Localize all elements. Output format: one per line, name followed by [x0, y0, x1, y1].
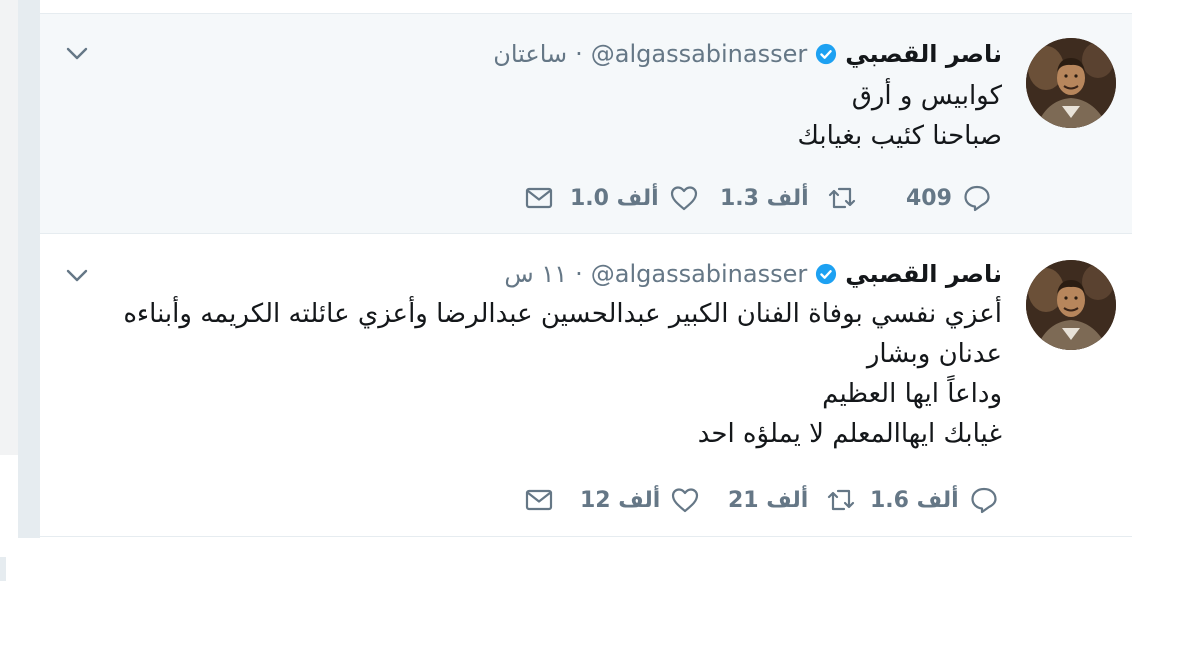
- tweet-text-line: وداعاً ايها العظيم: [822, 379, 1002, 409]
- tweet-text-line: صباحنا كئيب بغيابك: [797, 121, 1002, 151]
- left-panel-edge: [0, 0, 18, 455]
- tweet-actions: 1.6 ألف 21 ألف 12 ألف: [40, 480, 1132, 520]
- user-handle[interactable]: @algassabinasser: [591, 260, 808, 288]
- retweet-count: 21 ألف: [728, 487, 809, 513]
- retweet-icon: [828, 187, 855, 209]
- reply-icon: [971, 487, 997, 514]
- separator-dot: ·: [575, 260, 583, 288]
- user-handle[interactable]: @algassabinasser: [591, 40, 808, 68]
- chevron-down-icon[interactable]: [64, 40, 90, 66]
- like-count: 12 ألف: [580, 487, 661, 513]
- timestamp-link[interactable]: ساعتان: [493, 40, 567, 68]
- left-panel-stub: [0, 557, 6, 581]
- direct-message-button[interactable]: [524, 480, 554, 520]
- retweet-button[interactable]: 21 ألف: [728, 480, 856, 520]
- reply-button[interactable]: 409: [906, 178, 992, 218]
- reply-button[interactable]: 1.6 ألف: [870, 480, 999, 520]
- like-button[interactable]: 1.0 ألف: [570, 178, 699, 218]
- avatar[interactable]: [1026, 260, 1116, 350]
- envelope-icon: [525, 489, 553, 511]
- tweet-text-line: أعزي نفسي بوفاة الفنان الكبير عبدالحسين …: [123, 299, 1002, 329]
- like-button[interactable]: 12 ألف: [580, 480, 700, 520]
- avatar[interactable]: [1026, 38, 1116, 128]
- heart-icon: [672, 488, 699, 513]
- retweet-count: 1.3 ألف: [720, 185, 809, 211]
- reply-count: 1.6 ألف: [870, 487, 959, 513]
- tweet[interactable]: ناصر القصبي @algassabinasser · ١١ س أعزي…: [40, 234, 1132, 537]
- direct-message-button[interactable]: [524, 178, 554, 218]
- tweet-actions: 409 1.3 ألف 1.0 ألف: [40, 178, 1132, 218]
- envelope-icon: [525, 187, 553, 209]
- verified-badge-icon: [815, 263, 837, 285]
- tweet-text-line: كوابيس و أرق: [851, 81, 1002, 111]
- tweet-header: ناصر القصبي @algassabinasser · ١١ س: [504, 256, 1002, 292]
- tweet-header: ناصر القصبي @algassabinasser · ساعتان: [493, 36, 1002, 72]
- retweet-button[interactable]: 1.3 ألف: [720, 178, 857, 218]
- display-name[interactable]: ناصر القصبي: [845, 260, 1002, 288]
- tweet-text-line: غيابك ايهاالمعلم لا يملؤه احد: [697, 419, 1002, 449]
- tweet-text: كوابيس و أرق صباحنا كئيب بغيابك: [122, 76, 1002, 156]
- reply-icon: [964, 185, 990, 212]
- timestamp-link[interactable]: ١١ س: [504, 260, 567, 288]
- display-name[interactable]: ناصر القصبي: [845, 40, 1002, 68]
- verified-badge-icon: [815, 43, 837, 65]
- timeline-gutter: [18, 0, 40, 538]
- tweet[interactable]: ناصر القصبي @algassabinasser · ساعتان كو…: [40, 14, 1132, 234]
- reply-count: 409: [906, 185, 952, 211]
- tweet-text: أعزي نفسي بوفاة الفنان الكبير عبدالحسين …: [42, 294, 1002, 454]
- timeline: ناصر القصبي @algassabinasser · ساعتان كو…: [40, 0, 1132, 538]
- chevron-down-icon[interactable]: [64, 262, 90, 288]
- retweet-icon: [828, 489, 855, 511]
- like-count: 1.0 ألف: [570, 185, 659, 211]
- heart-icon: [670, 186, 697, 211]
- tweet-text-line: عدنان وبشار: [866, 339, 1002, 369]
- separator-dot: ·: [575, 40, 583, 68]
